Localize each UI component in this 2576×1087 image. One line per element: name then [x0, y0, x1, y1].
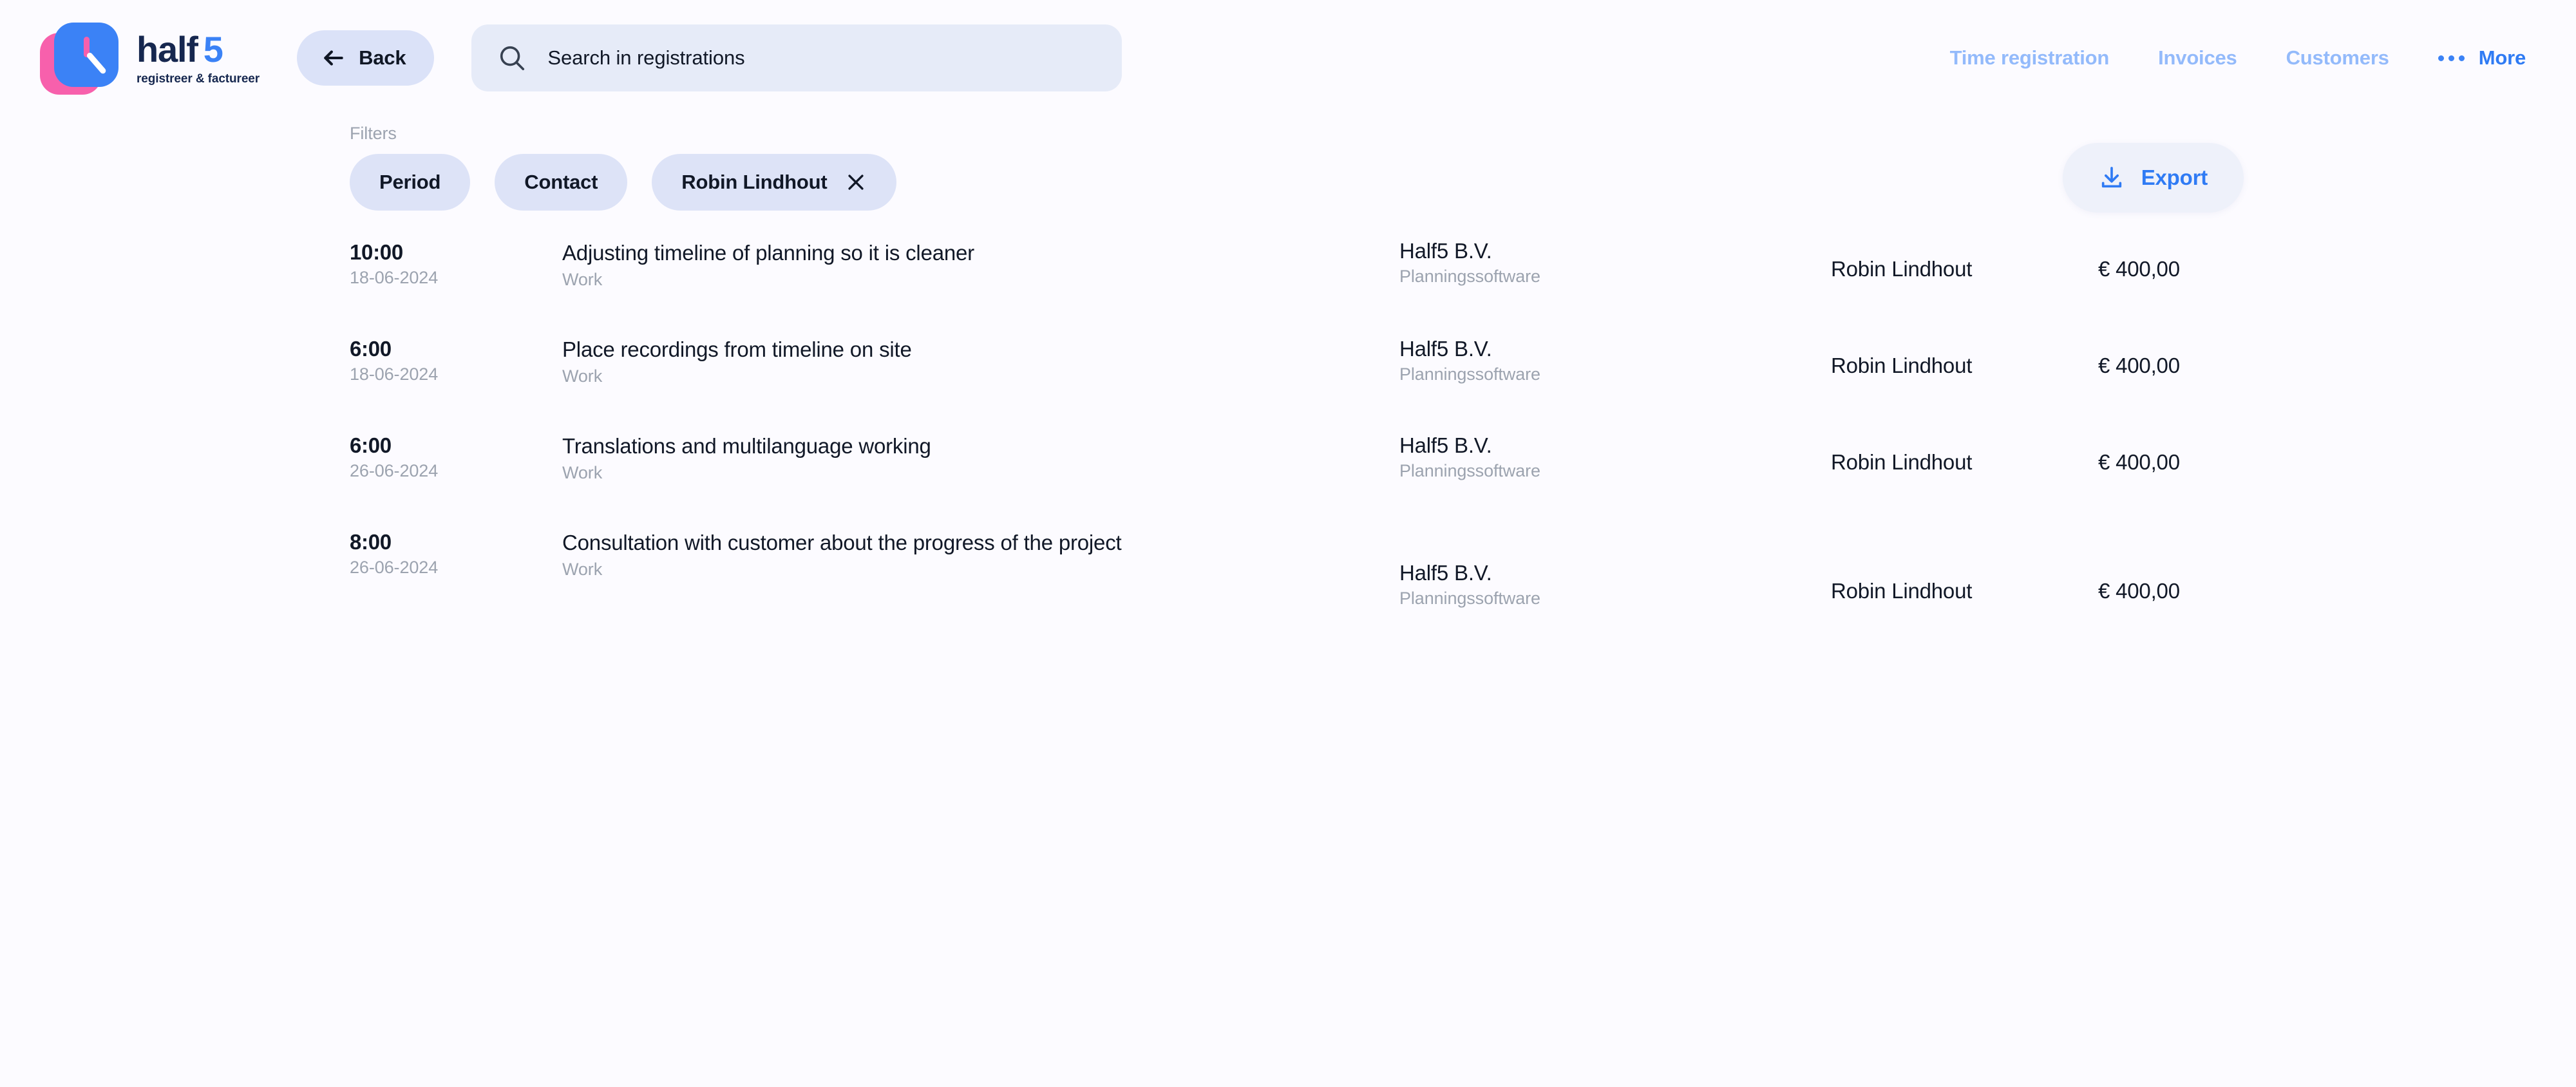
filter-chip-robin-lindhout-label: Robin Lindhout	[681, 171, 828, 193]
row-time-cell: 8:00 26-06-2024	[350, 529, 562, 578]
row-project: Planningssoftware	[1399, 266, 1540, 286]
row-client-cell: Half5 B.V. Planningssoftware	[1399, 239, 1831, 287]
row-duration: 8:00	[350, 530, 392, 554]
arrow-left-icon	[324, 50, 343, 66]
row-duration: 6:00	[350, 337, 392, 361]
row-project: Planningssoftware	[1399, 588, 1540, 608]
table-row[interactable]: 10:00 18-06-2024 Adjusting timeline of p…	[350, 239, 2537, 336]
filter-chip-contact-label: Contact	[524, 171, 598, 193]
brand-name-primary: half	[137, 28, 198, 70]
row-project: Planningssoftware	[1399, 460, 1540, 480]
row-category: Work	[562, 462, 603, 482]
row-client: Half5 B.V.	[1399, 561, 1492, 585]
filters-section: Filters Period Contact Robin Lindhout Ex…	[0, 124, 2576, 213]
row-user: Robin Lindhout	[1831, 579, 1973, 603]
row-time-cell: 10:00 18-06-2024	[350, 239, 562, 288]
row-category: Work	[562, 269, 603, 289]
clock-icon	[40, 19, 122, 97]
search-icon	[500, 46, 525, 71]
row-client-cell: Half5 B.V. Planningssoftware	[1399, 336, 1831, 384]
row-duration: 10:00	[350, 240, 403, 264]
filter-chip-period[interactable]: Period	[350, 154, 471, 211]
row-description-cell: Consultation with customer about the pro…	[562, 529, 1399, 580]
row-amount: € 400,00	[2098, 354, 2180, 377]
row-date: 18-06-2024	[350, 267, 439, 287]
ellipsis-icon	[2438, 55, 2465, 61]
back-button[interactable]: Back	[297, 30, 435, 86]
nav-link-invoices[interactable]: Invoices	[2158, 46, 2237, 70]
nav-link-time-registration[interactable]: Time registration	[1950, 46, 2110, 70]
nav-more-button[interactable]: More	[2438, 46, 2526, 70]
row-project: Planningssoftware	[1399, 364, 1540, 384]
row-user: Robin Lindhout	[1831, 354, 1973, 377]
table-row[interactable]: 6:00 18-06-2024 Place recordings from ti…	[350, 336, 2537, 432]
row-user: Robin Lindhout	[1831, 257, 1973, 281]
filters-label: Filters	[350, 124, 397, 143]
row-time-cell: 6:00 18-06-2024	[350, 336, 562, 384]
row-user: Robin Lindhout	[1831, 450, 1973, 474]
row-category: Work	[562, 559, 603, 579]
row-duration: 6:00	[350, 433, 392, 457]
filter-chip-robin-lindhout[interactable]: Robin Lindhout	[652, 154, 897, 211]
row-description-cell: Place recordings from timeline on site W…	[562, 336, 1399, 386]
row-client: Half5 B.V.	[1399, 433, 1492, 457]
export-button-label: Export	[2141, 165, 2208, 189]
table-row[interactable]: 8:00 26-06-2024 Consultation with custom…	[350, 529, 2537, 620]
row-category: Work	[562, 366, 603, 386]
brand-tagline: registreer & factureer	[137, 71, 260, 86]
export-button[interactable]: Export	[2062, 143, 2244, 213]
row-time-cell: 6:00 26-06-2024	[350, 432, 562, 481]
back-button-label: Back	[359, 46, 406, 69]
table-row[interactable]: 6:00 26-06-2024 Translations and multila…	[350, 432, 2537, 529]
row-client: Half5 B.V.	[1399, 337, 1492, 361]
main-nav: Time registration Invoices Customers Mor…	[1950, 46, 2537, 70]
brand-name-accent: 5	[203, 28, 223, 70]
app-header: half5 registreer & factureer Back Time r…	[0, 0, 2576, 116]
row-amount: € 400,00	[2098, 257, 2180, 281]
row-title: Translations and multilanguage working	[562, 434, 931, 458]
row-date: 18-06-2024	[350, 364, 439, 384]
row-amount: € 400,00	[2098, 579, 2180, 603]
brand-wordmark: half 5 registreer & factureer	[137, 28, 260, 86]
brand-logo[interactable]: half 5 registreer & factureer	[40, 19, 260, 97]
nav-more-label: More	[2478, 46, 2526, 69]
row-client-cell: Half5 B.V. Planningssoftware	[1399, 432, 1831, 481]
row-title: Adjusting timeline of planning so it is …	[562, 241, 974, 265]
row-date: 26-06-2024	[350, 460, 439, 480]
row-client-cell: Half5 B.V. Planningssoftware	[1399, 529, 1831, 609]
row-client: Half5 B.V.	[1399, 239, 1492, 263]
search-input[interactable]	[547, 46, 1097, 70]
filter-chip-period-label: Period	[379, 171, 441, 193]
row-description-cell: Translations and multilanguage working W…	[562, 432, 1399, 483]
row-amount: € 400,00	[2098, 450, 2180, 474]
search-bar[interactable]	[471, 24, 1122, 91]
row-title: Consultation with customer about the pro…	[562, 531, 1122, 554]
registrations-list: 10:00 18-06-2024 Adjusting timeline of p…	[0, 239, 2576, 620]
row-description-cell: Adjusting timeline of planning so it is …	[562, 239, 1399, 290]
row-date: 26-06-2024	[350, 557, 439, 577]
close-icon[interactable]	[845, 171, 867, 193]
download-icon	[2101, 167, 2121, 188]
filter-chip-contact[interactable]: Contact	[495, 154, 628, 211]
nav-link-customers[interactable]: Customers	[2286, 46, 2389, 70]
row-title: Place recordings from timeline on site	[562, 337, 912, 361]
